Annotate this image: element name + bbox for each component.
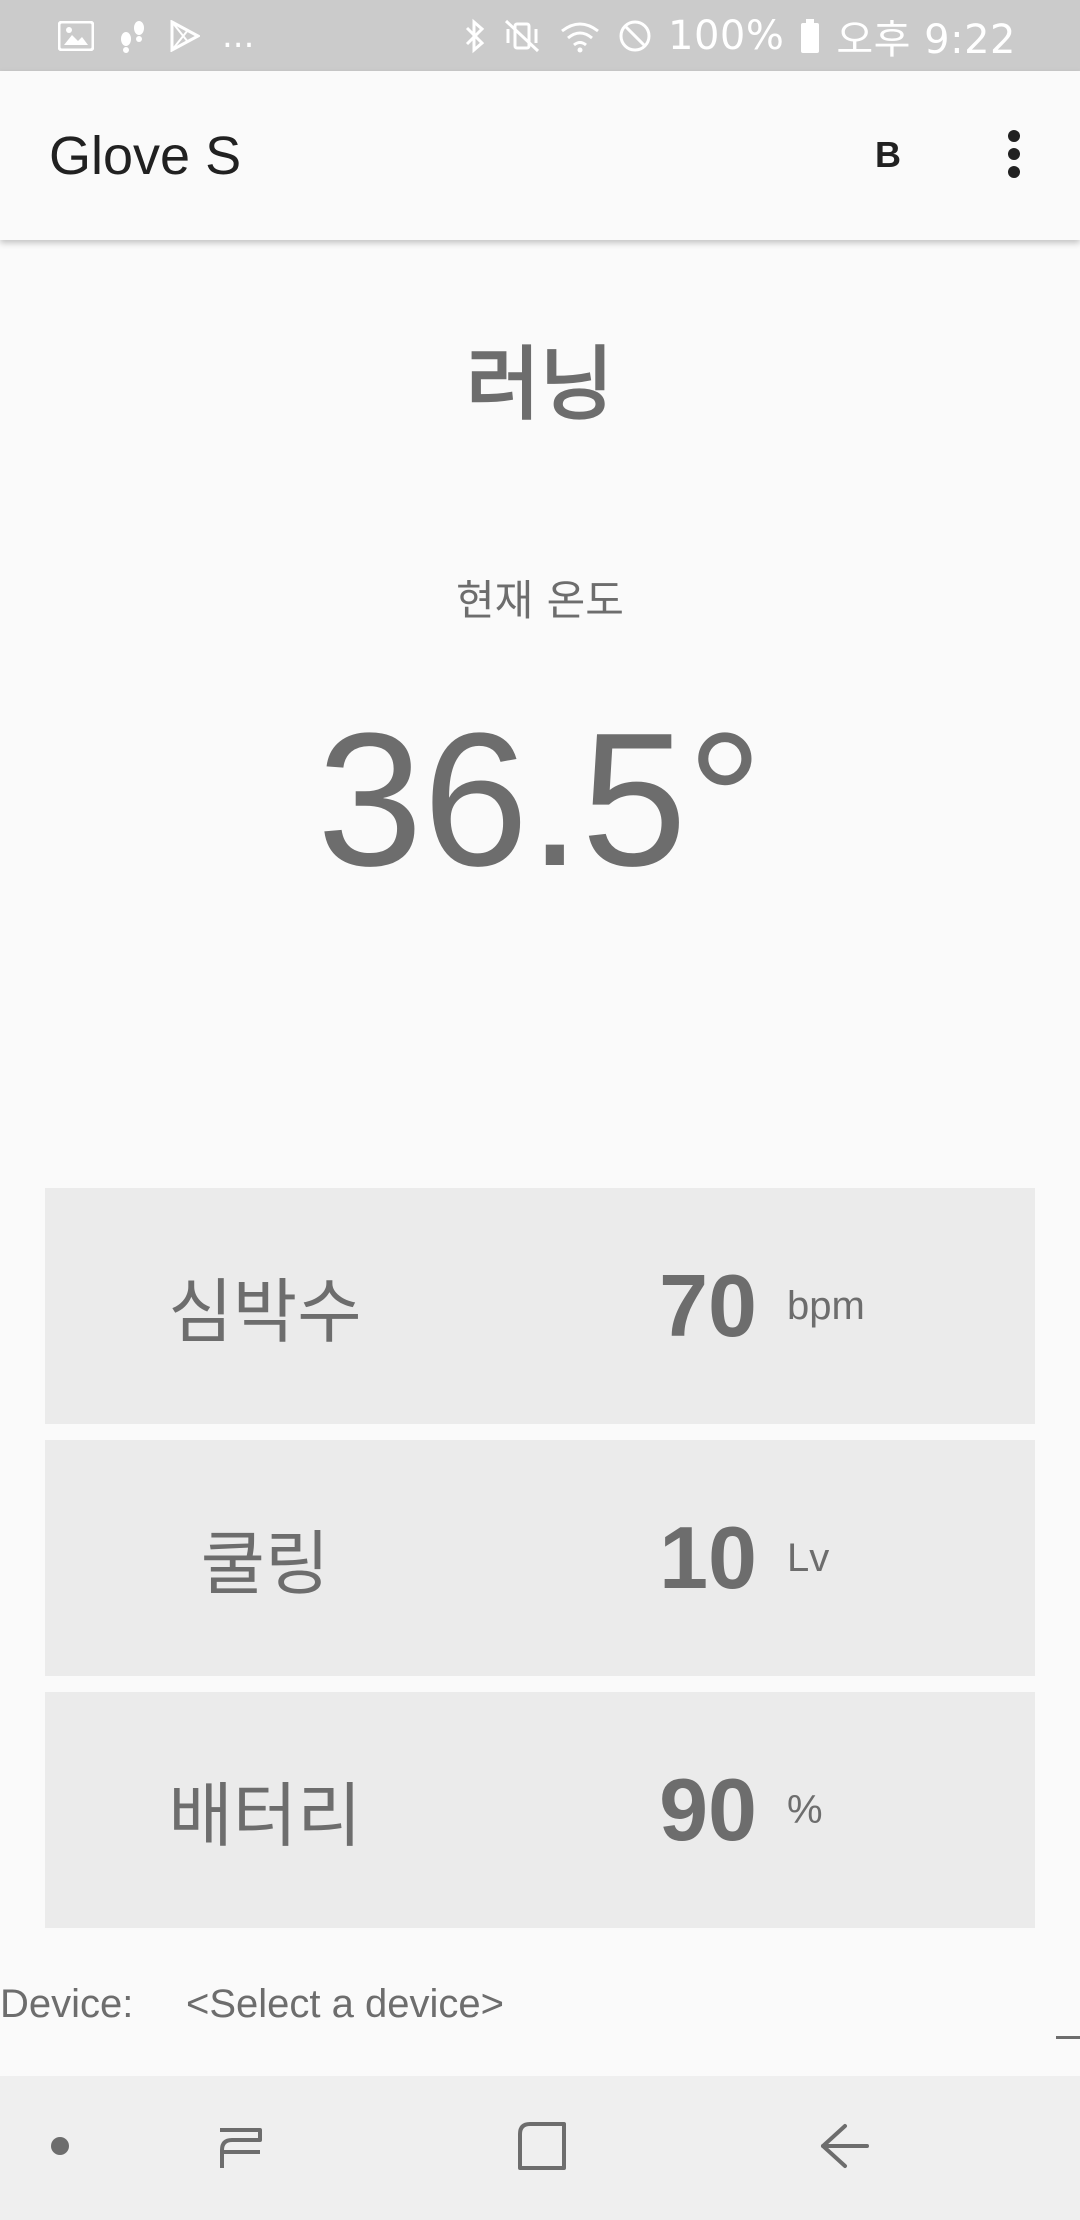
stat-value: 70 <box>659 1256 757 1355</box>
stat-row-cooling: 쿨링 10 Lv <box>45 1440 1035 1676</box>
stat-value: 90 <box>659 1760 757 1859</box>
home-icon <box>516 2120 568 2176</box>
device-select[interactable]: <Select a device> <box>186 1982 504 2027</box>
stat-value: 10 <box>659 1508 757 1607</box>
status-bar-left: ... <box>58 16 276 56</box>
stat-row-battery: 배터리 90 % <box>45 1692 1035 1928</box>
app-bar: Glove S B <box>0 71 1080 240</box>
status-time: 오후 9:22 <box>836 16 1016 63</box>
stat-unit: bpm <box>787 1283 865 1328</box>
stat-unit: % <box>787 1787 823 1832</box>
more-notifications-indicator: ... <box>222 15 255 56</box>
do-not-disturb-icon <box>618 19 652 53</box>
app-title: Glove S <box>49 126 242 186</box>
battery-icon <box>800 18 820 53</box>
battery-percentage: 100% <box>668 12 785 59</box>
bluetooth-icon <box>464 18 486 54</box>
back-arrow-icon <box>817 2120 871 2176</box>
status-bar-right: 100% 오후 9:22 <box>448 7 1016 65</box>
bluetooth-connect-button[interactable]: B <box>860 127 916 183</box>
device-label: Device: <box>0 1982 134 2026</box>
edge-mark <box>1056 2036 1080 2039</box>
more-vert-icon <box>1006 129 1022 183</box>
mode-title: 러닝 <box>466 338 614 431</box>
footsteps-notification-icon <box>116 19 148 53</box>
dot-icon <box>50 2136 70 2160</box>
wifi-icon <box>558 19 602 53</box>
recent-apps-icon <box>214 2120 266 2176</box>
temperature-label: 현재 온도 <box>456 576 624 625</box>
gallery-notification-icon <box>58 20 94 51</box>
nav-dot-button[interactable] <box>30 2076 90 2220</box>
vibrate-off-icon <box>502 19 542 53</box>
stat-label: 쿨링 <box>200 1522 330 1605</box>
stat-label: 심박수 <box>168 1270 362 1353</box>
back-button[interactable] <box>804 2076 884 2220</box>
stat-label: 배터리 <box>168 1774 362 1857</box>
screen: ... 100% 오후 9:22 Glove S B 러닝 현재 온도 36.5… <box>0 0 1080 2220</box>
status-bar: ... 100% 오후 9:22 <box>0 0 1080 71</box>
stat-unit: Lv <box>787 1535 830 1580</box>
home-button[interactable] <box>502 2076 582 2220</box>
stat-row-heart-rate: 심박수 70 bpm <box>45 1188 1035 1424</box>
navigation-bar <box>0 2076 1080 2220</box>
play-store-notification-icon <box>170 19 200 52</box>
overflow-menu-button[interactable] <box>986 121 1042 191</box>
temperature-value: 36.5° <box>317 694 763 906</box>
recent-apps-button[interactable] <box>200 2076 280 2220</box>
